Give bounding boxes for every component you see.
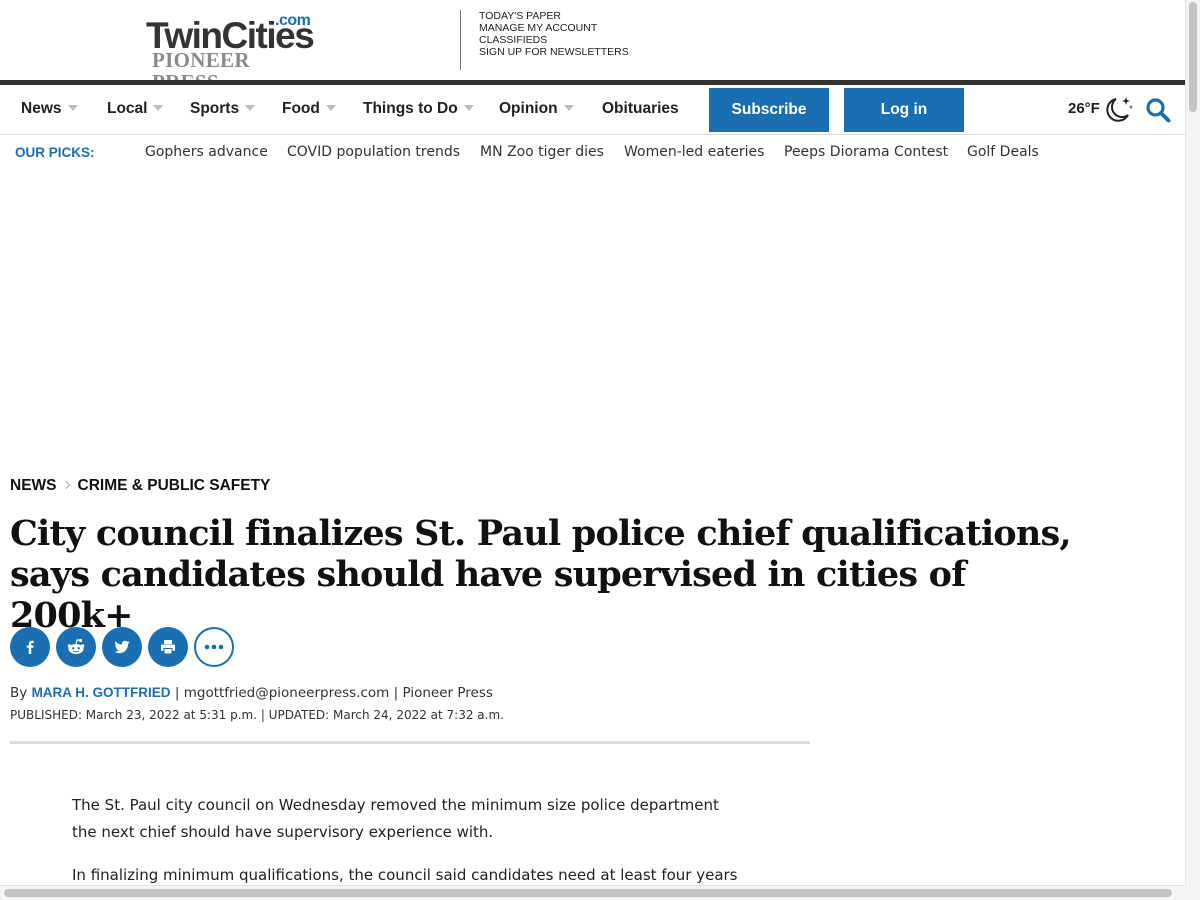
search-icon[interactable] bbox=[1145, 97, 1171, 123]
breadcrumb: NEWS CRIME & PUBLIC SAFETY bbox=[10, 477, 270, 495]
twitter-icon bbox=[114, 640, 130, 654]
share-twitter-button[interactable] bbox=[102, 627, 142, 667]
pick-link[interactable]: COVID population trends bbox=[287, 144, 460, 160]
chevron-down-icon bbox=[67, 104, 78, 111]
reddit-icon bbox=[67, 638, 85, 654]
nav-item-label: Things to Do bbox=[363, 100, 458, 117]
pick-link[interactable]: Women-led eateries bbox=[624, 144, 764, 160]
nav-item-opinion[interactable]: Opinion bbox=[499, 100, 574, 118]
nav-item-news[interactable]: News bbox=[21, 100, 78, 118]
author-email[interactable]: mgottfried@pioneerpress.com bbox=[184, 685, 390, 701]
chevron-right-icon bbox=[61, 480, 70, 490]
pick-link[interactable]: MN Zoo tiger dies bbox=[480, 144, 604, 160]
byline-separator: | bbox=[174, 685, 180, 701]
link-newsletters[interactable]: SIGN UP FOR NEWSLETTERS bbox=[479, 46, 629, 58]
print-icon bbox=[161, 640, 175, 655]
nav-item-local[interactable]: Local bbox=[107, 100, 164, 118]
chevron-down-icon bbox=[563, 104, 574, 111]
site-logo[interactable]: TwinCities .com PIONEER PRESS bbox=[146, 12, 316, 93]
nav-item-label: Local bbox=[107, 100, 148, 117]
pick-link[interactable]: Golf Deals bbox=[967, 144, 1039, 160]
nav-item-label: Food bbox=[282, 100, 320, 117]
link-todays-paper[interactable]: TODAY'S PAPER bbox=[479, 10, 629, 22]
byline: By MARA H. GOTTFRIED | mgottfried@pionee… bbox=[10, 685, 493, 701]
share-more-button[interactable] bbox=[194, 627, 234, 667]
nav-item-label: Opinion bbox=[499, 100, 558, 117]
byline-by: By bbox=[10, 685, 28, 701]
chevron-down-icon bbox=[153, 104, 164, 111]
article-divider bbox=[10, 741, 810, 744]
horizontal-scroll-thumb[interactable] bbox=[4, 889, 1172, 897]
link-classifieds[interactable]: CLASSIFIEDS bbox=[479, 34, 629, 46]
horizontal-scrollbar[interactable] bbox=[0, 885, 1185, 900]
article-paragraph: The St. Paul city council on Wednesday r… bbox=[72, 796, 719, 841]
nav-item-obituaries[interactable]: Obituaries bbox=[602, 100, 679, 118]
nav-item-label: Obituaries bbox=[602, 100, 679, 117]
nav-item-sports[interactable]: Sports bbox=[190, 100, 256, 118]
link-manage-account[interactable]: MANAGE MY ACCOUNT bbox=[479, 22, 629, 34]
vertical-scroll-thumb[interactable] bbox=[1189, 2, 1197, 112]
publish-dates: PUBLISHED: March 23, 2022 at 5:31 p.m. |… bbox=[10, 708, 504, 722]
our-picks-label: OUR PICKS: bbox=[15, 145, 95, 160]
top-links: TODAY'S PAPER MANAGE MY ACCOUNT CLASSIFI… bbox=[479, 10, 629, 58]
our-picks-bar: OUR PICKS: Gophers advance COVID populat… bbox=[0, 136, 1185, 170]
nav-item-things-to-do[interactable]: Things to Do bbox=[363, 100, 474, 118]
chevron-down-icon bbox=[325, 104, 336, 111]
header-divider bbox=[460, 10, 461, 70]
chevron-down-icon bbox=[245, 104, 256, 111]
logo-com: .com bbox=[275, 12, 311, 29]
chevron-down-icon bbox=[463, 104, 474, 111]
weather-temperature[interactable]: 26°F bbox=[1068, 100, 1100, 117]
facebook-icon bbox=[26, 640, 34, 654]
author-link[interactable]: MARA H. GOTTFRIED bbox=[32, 685, 171, 700]
nav-item-label: News bbox=[21, 100, 62, 117]
byline-separator: | bbox=[393, 685, 399, 701]
vertical-scrollbar[interactable] bbox=[1185, 0, 1200, 900]
main-nav: News Local Sports Food Things to Do Opin… bbox=[0, 85, 1185, 135]
byline-outlet: Pioneer Press bbox=[402, 685, 493, 701]
pick-link[interactable]: Gophers advance bbox=[145, 144, 268, 160]
scrollbar-corner bbox=[1185, 885, 1200, 900]
breadcrumb-crime-public-safety[interactable]: CRIME & PUBLIC SAFETY bbox=[78, 477, 271, 494]
breadcrumb-news[interactable]: NEWS bbox=[10, 477, 57, 494]
share-facebook-button[interactable] bbox=[10, 627, 50, 667]
site-header: TwinCities .com PIONEER PRESS TODAY'S PA… bbox=[0, 0, 1185, 93]
subscribe-button[interactable]: Subscribe bbox=[709, 88, 829, 132]
login-button[interactable]: Log in bbox=[844, 88, 964, 132]
article-headline: City council finalizes St. Paul police c… bbox=[10, 513, 1072, 636]
more-icon bbox=[204, 644, 224, 650]
nav-item-food[interactable]: Food bbox=[282, 100, 336, 118]
moon-stars-icon bbox=[1106, 97, 1133, 122]
share-print-button[interactable] bbox=[148, 627, 188, 667]
nav-item-label: Sports bbox=[190, 100, 240, 117]
share-reddit-button[interactable] bbox=[56, 627, 96, 667]
pick-link[interactable]: Peeps Diorama Contest bbox=[784, 144, 948, 160]
